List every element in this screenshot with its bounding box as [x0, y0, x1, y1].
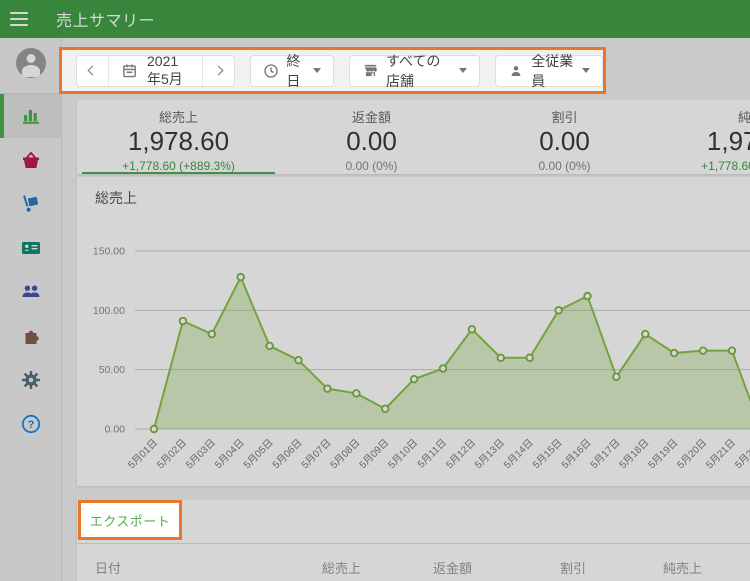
- svg-text:150.00: 150.00: [93, 246, 125, 258]
- stat-label: 割引: [551, 110, 578, 125]
- user-avatar[interactable]: [15, 48, 46, 78]
- svg-text:5月16日: 5月16日: [559, 437, 593, 471]
- app-bar: 売上サマリー: [0, 0, 750, 38]
- menu-icon[interactable]: [10, 0, 48, 38]
- svg-text:0.00: 0.00: [105, 424, 126, 436]
- stat-value: 0.00: [346, 126, 397, 156]
- hand-truck-icon: [22, 195, 38, 212]
- sales-chart-card: 総売上 0.00 50.00 100.00 150.00 5月01日 5月02日 5月03日…: [77, 177, 750, 486]
- sales-summary-page: 売上サマリー ? 総売上 1,978.60 +1,778.60 (+889.3%…: [0, 0, 750, 581]
- sidebar-item-settings[interactable]: [0, 358, 61, 402]
- store-icon: [362, 62, 379, 79]
- svg-text:5月03日: 5月03日: [183, 437, 217, 471]
- svg-text:5月14日: 5月14日: [501, 437, 535, 471]
- svg-text:5月10日: 5月10日: [386, 437, 420, 471]
- caret-down-icon: [582, 68, 590, 73]
- export-button[interactable]: エクスポート: [90, 511, 171, 530]
- svg-text:5月22日: 5月22日: [733, 437, 750, 471]
- svg-text:5月15日: 5月15日: [530, 437, 564, 471]
- sales-line-chart: 0.00 50.00 100.00 150.00 5月01日5月02日5月03日5月04…: [93, 246, 750, 471]
- table-header-gross-sales: 総売上: [322, 561, 362, 576]
- svg-text:5月11日: 5月11日: [415, 437, 449, 471]
- employee-filter-label: 全従業員: [531, 52, 574, 89]
- table-header-discounts: 割引: [560, 561, 587, 576]
- caret-down-icon: [312, 68, 321, 73]
- stat-tab-refunds[interactable]: 返金額 0.00 0.00 (0%): [275, 100, 468, 174]
- svg-text:5月13日: 5月13日: [472, 437, 506, 471]
- sidebar-item-integrations[interactable]: [0, 314, 61, 358]
- svg-text:5月01日: 5月01日: [126, 437, 160, 471]
- svg-text:5月04日: 5月04日: [212, 437, 246, 471]
- svg-text:5月20日: 5月20日: [675, 437, 709, 471]
- contact-card-icon: [21, 242, 40, 254]
- puzzle-icon: [25, 330, 39, 344]
- employee-filter-button[interactable]: 全従業員: [495, 53, 603, 89]
- chevron-left-icon: [87, 65, 98, 76]
- annotation-highlight-filters: 2021年5月 終日 すべての店舗 全従業員: [59, 47, 606, 94]
- svg-text:5月21日: 5月21日: [704, 437, 738, 471]
- clock-icon: [263, 63, 279, 79]
- stat-delta: +1,778.60 (+889.3%): [122, 158, 235, 173]
- sidebar-item-employees[interactable]: [0, 226, 61, 270]
- svg-text:5月17日: 5月17日: [588, 437, 622, 471]
- next-period-button[interactable]: [202, 55, 234, 86]
- person-icon: [508, 63, 524, 79]
- svg-text:5月05日: 5月05日: [241, 437, 275, 471]
- svg-text:5月09日: 5月09日: [357, 437, 391, 471]
- svg-text:?: ?: [27, 419, 34, 431]
- store-filter-label: すべての店舗: [385, 52, 441, 89]
- gear-icon: [21, 371, 40, 389]
- stat-value: 1,978.60: [706, 126, 750, 156]
- sidebar-item-customers[interactable]: [0, 270, 61, 314]
- table-header-net-sales: 純売上: [663, 561, 703, 576]
- stat-label: 総売上: [158, 110, 198, 125]
- sidebar-item-inventory[interactable]: [0, 182, 61, 226]
- time-filter-label: 終日: [286, 52, 301, 89]
- svg-text:5月19日: 5月19日: [646, 437, 680, 471]
- stat-value: 1,978.60: [127, 126, 230, 156]
- page-title: 売上サマリー: [56, 13, 156, 30]
- sidebar-item-items[interactable]: [0, 138, 61, 182]
- store-filter-button[interactable]: すべての店舗: [348, 53, 481, 89]
- svg-text:5月02日: 5月02日: [155, 437, 189, 471]
- time-filter-button[interactable]: 終日: [250, 53, 334, 89]
- stats-summary-card: 総売上 1,978.60 +1,778.60 (+889.3%) 返金額 0.0…: [77, 100, 750, 174]
- svg-text:5月08日: 5月08日: [328, 437, 362, 471]
- stat-tab-gross-sales[interactable]: 総売上 1,978.60 +1,778.60 (+889.3%): [82, 100, 275, 174]
- svg-text:5月12日: 5月12日: [444, 437, 478, 471]
- date-period-label: 2021年5月: [147, 52, 183, 87]
- sidebar-item-help[interactable]: ?: [0, 402, 61, 446]
- svg-text:100.00: 100.00: [93, 305, 125, 317]
- stat-label: 純売上: [737, 110, 750, 125]
- sidebar-item-reports[interactable]: [0, 94, 61, 138]
- chevron-right-icon: [213, 65, 224, 76]
- prev-period-button[interactable]: [77, 56, 108, 86]
- svg-text:5月18日: 5月18日: [617, 437, 651, 471]
- date-range-control: 2021年5月: [76, 52, 236, 87]
- sidebar: ?: [0, 38, 62, 581]
- stat-delta: +1,778.60 (+889.3%): [701, 158, 750, 173]
- stat-delta: 0.00 (0%): [345, 158, 398, 173]
- table-header-refunds: 返金額: [433, 561, 473, 576]
- date-period-button[interactable]: 2021年5月: [108, 52, 202, 87]
- svg-text:5月06日: 5月06日: [270, 437, 304, 471]
- help-icon: ?: [21, 414, 40, 434]
- svg-text:50.00: 50.00: [99, 364, 125, 376]
- stat-tab-discounts[interactable]: 割引 0.00 0.00 (0%): [468, 100, 661, 174]
- table-header-row: 日付 総売上 返金額 割引 純売上: [77, 544, 750, 581]
- table-header-date: 日付: [95, 561, 122, 576]
- stat-label: 返金額: [351, 110, 391, 125]
- stat-value: 0.00: [539, 126, 590, 156]
- calendar-icon: [121, 62, 138, 79]
- svg-text:5月07日: 5月07日: [299, 437, 333, 471]
- stat-tab-net-sales[interactable]: 純売上 1,978.60 +1,778.60 (+889.3%): [661, 100, 750, 174]
- bar-chart-icon: [22, 110, 39, 124]
- stat-delta: 0.00 (0%): [538, 158, 591, 173]
- people-icon: [22, 285, 39, 297]
- annotation-highlight-export: エクスポート: [78, 500, 182, 540]
- caret-down-icon: [459, 68, 468, 73]
- basket-icon: [22, 151, 39, 168]
